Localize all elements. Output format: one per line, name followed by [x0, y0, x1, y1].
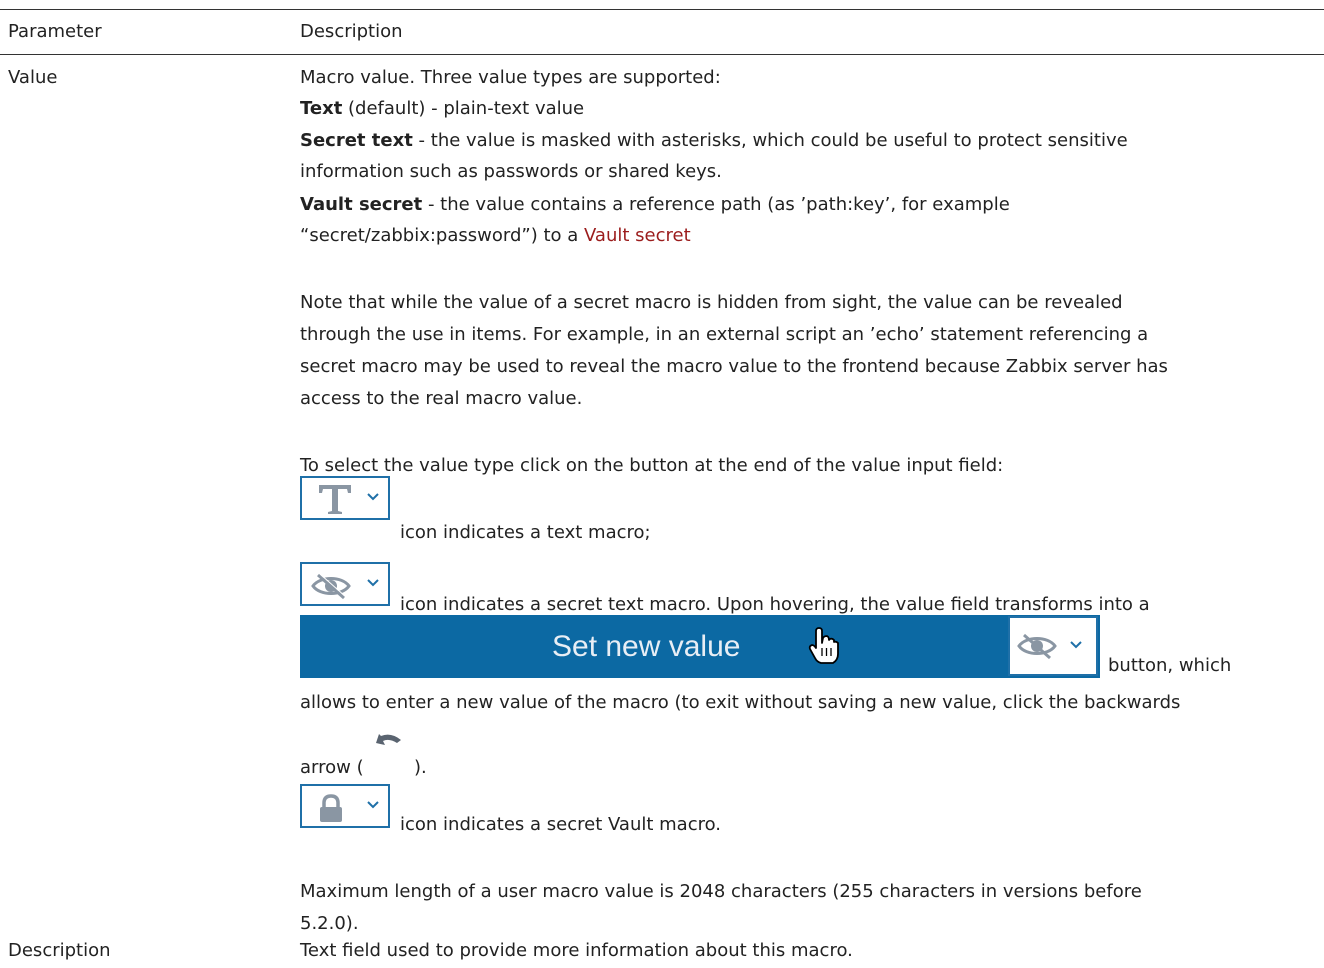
type-secret-name: Secret text: [300, 130, 413, 151]
type-text-line: Text (default) - plain-text value: [300, 96, 584, 122]
table-top-rule: [0, 9, 1324, 10]
note-line-2: through the use in items. For example, i…: [300, 324, 1149, 345]
type-vault-line1: Vault secret - the value contains a refe…: [300, 192, 1010, 218]
text-type-button[interactable]: [300, 476, 390, 520]
param-value-label: Value: [8, 67, 58, 88]
note-line-1: Note that while the value of a secret ma…: [300, 292, 1123, 313]
vault-secret-link[interactable]: Vault secret: [584, 225, 691, 246]
undo-arrow-icon[interactable]: [375, 732, 405, 760]
type-secret-line2: information such as passwords or shared …: [300, 161, 722, 182]
type-vault-desc2: “secret/zabbix:password”) to a: [300, 225, 584, 246]
type-secret-desc1: - the value is masked with asterisks, wh…: [412, 130, 1128, 151]
lock-icon: [316, 794, 346, 829]
type-secret-line1: Secret text - the value is masked with a…: [300, 128, 1128, 154]
header-parameter: Parameter: [8, 21, 102, 42]
chevron-down-icon: [367, 486, 379, 507]
set-new-value-label: Set new value: [552, 630, 741, 663]
param-description-label: Description: [8, 940, 111, 961]
header-bottom-rule: [0, 54, 1324, 55]
max-length-line-1: Maximum length of a user macro value is …: [300, 881, 1142, 902]
button-which-text: button, which: [1108, 655, 1232, 676]
eye-slash-icon: [1016, 632, 1058, 665]
type-text-desc: (default) - plain-text value: [342, 98, 585, 119]
arrow-suffix: ).: [414, 757, 427, 778]
header-description: Description: [300, 21, 403, 42]
chevron-down-icon: [1070, 634, 1082, 655]
type-vault-line2: “secret/zabbix:password”) to a Vault sec…: [300, 223, 691, 249]
description-text: Text field used to provide more informat…: [300, 940, 853, 961]
secret-type-dropdown[interactable]: [1008, 616, 1098, 676]
max-length-line-2: 5.2.0).: [300, 913, 359, 934]
vault-icon-caption: icon indicates a secret Vault macro.: [400, 814, 722, 835]
text-type-icon: [316, 482, 356, 521]
value-intro: Macro value. Three value types are suppo…: [300, 67, 721, 88]
type-text-name: Text: [300, 98, 343, 119]
vault-type-button[interactable]: [300, 784, 390, 828]
type-vault-name: Vault secret: [300, 194, 423, 215]
note-line-3: secret macro may be used to reveal the m…: [300, 356, 1168, 377]
type-vault-desc1: - the value contains a reference path (a…: [422, 194, 1010, 215]
eye-slash-icon: [310, 572, 352, 605]
text-icon-caption: icon indicates a text macro;: [400, 522, 651, 543]
allows-line: allows to enter a new value of the macro…: [300, 692, 1181, 713]
hand-cursor-icon: [808, 627, 842, 670]
set-new-value-button[interactable]: Set new value: [300, 615, 1100, 678]
select-instruction: To select the value type click on the bu…: [300, 455, 1004, 476]
chevron-down-icon: [367, 794, 379, 815]
note-line-4: access to the real macro value.: [300, 388, 583, 409]
secret-type-button[interactable]: [300, 562, 390, 606]
chevron-down-icon: [367, 572, 379, 593]
arrow-prefix: arrow (: [300, 757, 364, 778]
